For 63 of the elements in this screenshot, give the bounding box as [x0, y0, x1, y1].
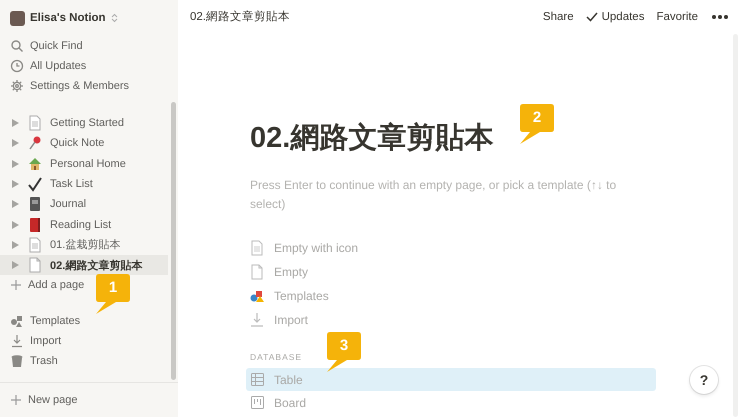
checkmark-icon	[586, 12, 598, 22]
sidebar-link[interactable]: All Updates	[30, 60, 86, 72]
expand-triangle-icon[interactable]	[12, 160, 19, 168]
house-icon	[28, 156, 42, 172]
plus-icon	[10, 394, 22, 406]
trash-icon	[10, 354, 24, 368]
expand-triangle-icon[interactable]	[12, 119, 19, 128]
more-icon[interactable]	[712, 14, 728, 18]
callout-badge: 3	[327, 332, 361, 374]
clock-icon	[10, 59, 24, 73]
page-title[interactable]: 02.網路文章剪貼本	[250, 121, 494, 156]
table-icon	[250, 372, 265, 388]
scrollbar[interactable]	[171, 102, 176, 380]
board-icon	[250, 395, 265, 410]
page-item[interactable]: 01.盆栽剪貼本	[0, 234, 168, 256]
book-icon	[28, 196, 42, 212]
workspace-name[interactable]: Elisa's Notion	[30, 12, 106, 24]
plus-icon	[10, 279, 22, 292]
document-icon	[250, 240, 265, 256]
sidebar-link[interactable]: Quick Find	[30, 40, 83, 52]
pushpin-icon	[28, 135, 42, 152]
download-icon	[250, 312, 265, 328]
sidebar-link[interactable]: Settings & Members	[30, 80, 130, 92]
page-item[interactable]: Quick Note	[0, 133, 168, 154]
add-page-button[interactable]: Add a page	[28, 279, 84, 292]
sidebar-link[interactable]: Trash	[30, 355, 58, 368]
page-item[interactable]: Journal	[0, 194, 168, 214]
page-item[interactable]: 02.網路文章剪貼本	[0, 255, 168, 276]
shapes-icon	[250, 288, 265, 304]
settings-icon	[10, 79, 24, 93]
expand-triangle-icon[interactable]	[12, 220, 19, 229]
page-item[interactable]: Personal Home	[0, 154, 168, 174]
book-icon	[28, 216, 42, 233]
chevron-icon[interactable]	[110, 13, 118, 23]
page-item[interactable]: Getting Started	[0, 113, 168, 134]
search-icon	[10, 39, 24, 53]
document-icon	[28, 257, 42, 274]
document-icon	[28, 115, 42, 132]
hint-text: Press Enter to continue with an empty page, or pick a template (↑↓ to select)	[250, 176, 618, 213]
topbar-button[interactable]: Share	[542, 10, 574, 22]
breadcrumb[interactable]: 02.網路文章剪貼本	[190, 9, 290, 24]
topbar-button[interactable]: Favorite	[656, 10, 698, 22]
expand-triangle-icon[interactable]	[12, 180, 19, 188]
shapes-icon	[10, 314, 24, 328]
help-button[interactable]: ?	[690, 366, 718, 394]
callout-badge: 2	[520, 104, 554, 146]
new-page-button[interactable]: New page	[28, 394, 78, 406]
section-heading: DATABASE	[250, 352, 304, 364]
document-icon	[250, 264, 265, 280]
document-icon	[28, 236, 42, 253]
page-item[interactable]: Reading List	[0, 214, 168, 235]
page-item[interactable]: Task List	[0, 174, 168, 194]
sidebar-link[interactable]: Import	[30, 335, 62, 348]
sidebar-link[interactable]: Templates	[30, 315, 80, 328]
expand-triangle-icon[interactable]	[12, 200, 19, 208]
checkmark-icon	[28, 176, 42, 192]
callout-badge: 1	[96, 274, 130, 316]
avatar-icon	[10, 10, 25, 26]
download-icon	[10, 334, 24, 348]
expand-triangle-icon[interactable]	[12, 240, 19, 249]
expand-triangle-icon[interactable]	[12, 139, 19, 148]
topbar-button[interactable]: Updates	[602, 10, 644, 22]
expand-triangle-icon[interactable]	[12, 261, 19, 270]
